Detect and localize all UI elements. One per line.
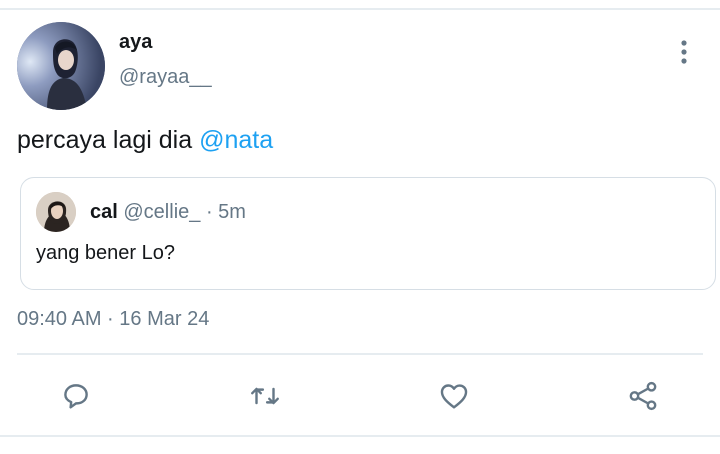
author-display-name[interactable]: aya [119, 31, 152, 54]
more-icon [681, 40, 687, 64]
author-avatar[interactable] [17, 22, 105, 110]
mention-link[interactable]: @nata [199, 126, 273, 154]
quoted-tweet-card[interactable]: cal @cellie_ · 5m yang bener Lo? [20, 177, 716, 290]
more-options-button[interactable] [668, 36, 700, 68]
quoted-author-handle[interactable]: @cellie_ [123, 201, 200, 223]
actions-divider [17, 353, 703, 355]
share-button[interactable] [621, 374, 665, 418]
author-handle[interactable]: @rayaa__ [119, 66, 212, 89]
tweet-detail: aya @rayaa__ percaya lagi dia @nata cal … [0, 0, 720, 454]
quoted-time: · 5m [200, 201, 246, 223]
quoted-tweet-text: yang bener Lo? [36, 242, 176, 264]
top-divider [0, 8, 720, 10]
tweet-text: percaya lagi dia @nata [17, 126, 273, 155]
tweet-text-body: percaya lagi dia [17, 126, 200, 154]
quoted-author-name[interactable]: cal [90, 201, 118, 223]
quoted-header: cal @cellie_ · 5m [90, 201, 246, 224]
bottom-divider [0, 435, 720, 437]
share-icon [629, 381, 657, 411]
tweet-timestamp[interactable]: 09:40 AM · 16 Mar 24 [17, 308, 209, 331]
like-button[interactable] [432, 374, 476, 418]
quoted-author-avatar[interactable] [36, 192, 76, 232]
reply-icon [64, 384, 88, 409]
like-icon [440, 384, 468, 409]
retweet-icon [251, 387, 279, 405]
reply-button[interactable] [54, 374, 98, 418]
retweet-button[interactable] [243, 374, 287, 418]
